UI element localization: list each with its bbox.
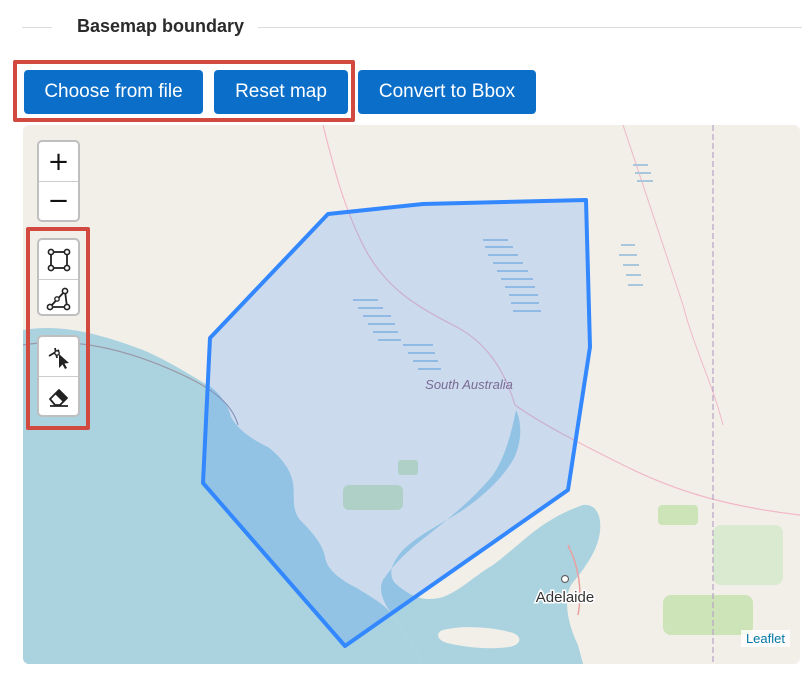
zoom-out-button[interactable]: −	[39, 181, 78, 220]
park	[713, 525, 783, 585]
section-title: Basemap boundary	[77, 16, 245, 36]
city-marker	[560, 574, 570, 584]
buttons-highlight-box	[13, 60, 355, 122]
map-container[interactable]: South Australia Adelaide Leaflet	[23, 125, 800, 664]
region-label: South Australia	[425, 377, 513, 392]
park	[663, 595, 753, 635]
divider-line	[258, 27, 802, 28]
zoom-control: + −	[37, 140, 80, 222]
tools-highlight-box	[26, 227, 90, 430]
attribution-link[interactable]: Leaflet	[740, 630, 790, 647]
zoom-in-button[interactable]: +	[39, 142, 78, 181]
convert-to-bbox-button[interactable]: Convert to Bbox	[358, 70, 536, 114]
basemap: South Australia Adelaide	[23, 125, 800, 664]
city-label: Adelaide	[536, 589, 594, 606]
section-header: Basemap boundary	[22, 12, 802, 42]
divider-line	[22, 27, 52, 28]
park	[658, 505, 698, 525]
